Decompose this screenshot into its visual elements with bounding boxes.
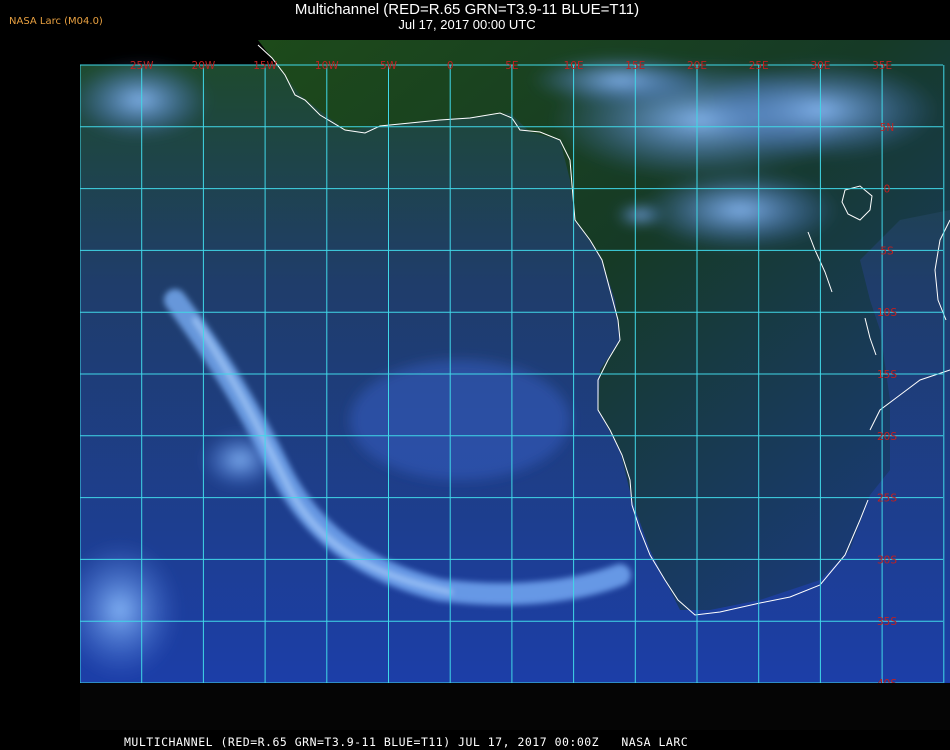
- no-data-band: [80, 683, 950, 730]
- longitude-label: 10E: [564, 60, 584, 72]
- longitude-label: 25W: [130, 60, 154, 72]
- longitude-label: 0: [447, 60, 454, 72]
- latitude-label: 20S: [877, 431, 897, 443]
- longitude-label: 35E: [872, 60, 892, 72]
- image-title: Multichannel (RED=R.65 GRN=T3.9-11 BLUE=…: [294, 1, 640, 18]
- latitude-label: 30S: [877, 554, 897, 566]
- longitude-label: 25E: [749, 60, 769, 72]
- latitude-label: 0: [884, 184, 891, 196]
- footer-caption: MULTICHANNEL (RED=R.65 GRN=T3.9-11 BLUE=…: [124, 735, 689, 749]
- latitude-label: 5N: [880, 122, 895, 134]
- latitude-label: 10S: [877, 307, 897, 319]
- latitude-label: 25S: [877, 493, 897, 505]
- latitude-label: 15S: [877, 369, 897, 381]
- longitude-label: 15E: [625, 60, 645, 72]
- longitude-label: 10W: [315, 60, 339, 72]
- longitude-label: 5W: [380, 60, 398, 72]
- longitude-label: 15W: [253, 60, 277, 72]
- longitude-label: 30E: [810, 60, 830, 72]
- longitude-label: 20E: [687, 60, 707, 72]
- image-datetime: Jul 17, 2017 00:00 UTC: [398, 17, 536, 32]
- latitude-label: 35S: [877, 616, 897, 628]
- satellite-map: 25W 20W 15W 10W 5W 0 5E 10E 15E 20E 25E 30E 35E 5N 0 5S…: [80, 40, 950, 730]
- latitude-label: 5S: [880, 245, 894, 257]
- longitude-label: 5E: [505, 60, 518, 72]
- longitude-label: 20W: [192, 60, 216, 72]
